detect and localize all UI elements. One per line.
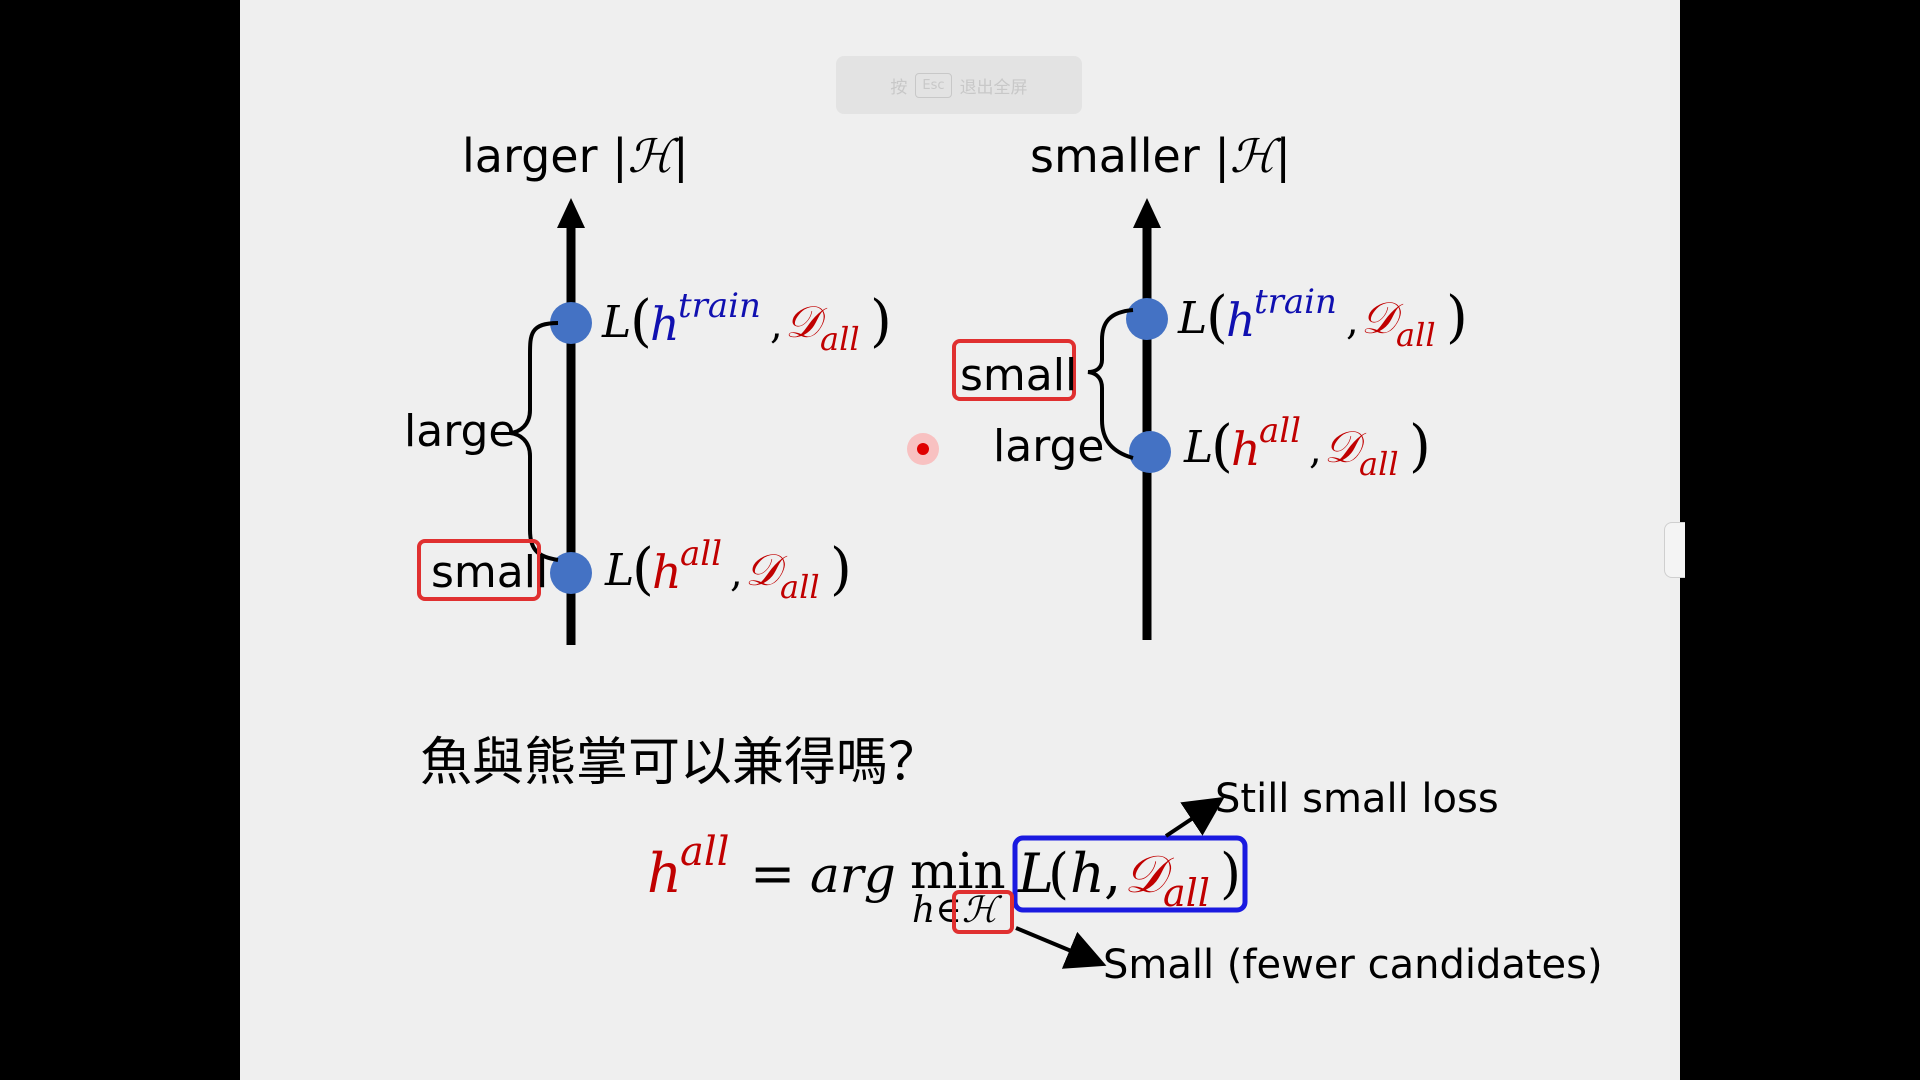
right-dot-all xyxy=(1129,431,1171,473)
equation: h all = arg min h∈ℋ L ( h , 𝒟 all ) xyxy=(647,829,1241,931)
svg-text:h: h xyxy=(650,297,680,351)
svg-text:,: , xyxy=(1346,298,1359,344)
svg-text:all: all xyxy=(1359,445,1399,483)
svg-text:h: h xyxy=(1226,293,1256,347)
question-text: 魚與熊掌可以兼得嗎？ xyxy=(420,733,940,793)
left-brace xyxy=(509,321,559,562)
exit-fullscreen-hint[interactable]: 按 Esc 退出全屏 xyxy=(836,56,1082,114)
svg-text:L: L xyxy=(604,545,634,596)
right-gap-label: large xyxy=(993,421,1105,472)
svg-text:h: h xyxy=(647,842,682,905)
svg-text:h: h xyxy=(1070,842,1105,905)
svg-text:L: L xyxy=(601,297,631,348)
screen: larger |ℋ| large small L ( h train , 𝒟 a… xyxy=(0,0,1920,1080)
svg-text:): ) xyxy=(870,289,892,354)
svg-text:L: L xyxy=(1183,422,1213,473)
right-axis-arrowhead xyxy=(1133,198,1161,228)
svg-text:,: , xyxy=(1309,427,1322,473)
svg-text:(: ( xyxy=(1211,414,1233,479)
svg-text:all: all xyxy=(680,829,729,875)
svg-text:train: train xyxy=(1254,282,1337,322)
left-formula-train: L ( h train , 𝒟 all ) xyxy=(601,286,892,358)
svg-text:all: all xyxy=(1396,316,1436,354)
svg-text:h: h xyxy=(652,545,682,599)
svg-text:): ) xyxy=(1446,285,1468,350)
svg-text:(: ( xyxy=(632,537,654,602)
svg-text:arg: arg xyxy=(810,846,896,904)
left-title: larger |ℋ| xyxy=(462,129,689,184)
loss-note-arrow xyxy=(1164,796,1225,838)
laser-pointer xyxy=(917,443,929,455)
right-dot-train xyxy=(1126,298,1168,340)
svg-text:all: all xyxy=(680,534,722,574)
cand-note: Small (fewer candidates) xyxy=(1103,942,1603,988)
svg-text:all: all xyxy=(820,320,860,358)
svg-text:h: h xyxy=(1231,422,1261,476)
diagram-canvas: larger |ℋ| large small L ( h train , 𝒟 a… xyxy=(404,129,1603,988)
hint-exit: 退出全屏 xyxy=(959,77,1028,98)
svg-text:,: , xyxy=(770,302,783,348)
left-axis-arrowhead xyxy=(557,198,585,228)
svg-text:): ) xyxy=(1409,414,1431,479)
slide: larger |ℋ| large small L ( h train , 𝒟 a… xyxy=(240,0,1680,1080)
svg-text:(: ( xyxy=(1048,842,1069,905)
svg-text:train: train xyxy=(678,286,761,326)
left-formula-all: L ( h all , 𝒟 all ) xyxy=(604,534,852,606)
right-small-label: small xyxy=(960,350,1077,401)
left-small-label: small xyxy=(431,547,548,598)
svg-text:(: ( xyxy=(1206,285,1228,350)
svg-text:all: all xyxy=(1259,411,1301,451)
svg-text:): ) xyxy=(1220,842,1241,905)
svg-text:h∈ℋ: h∈ℋ xyxy=(912,890,1003,931)
loss-note: Still small loss xyxy=(1215,776,1499,822)
side-panel-handle[interactable] xyxy=(1664,522,1685,578)
svg-text:(: ( xyxy=(630,289,652,354)
left-brace-label: large xyxy=(404,406,516,457)
svg-text:L: L xyxy=(1177,293,1207,344)
svg-text:,: , xyxy=(1104,842,1121,905)
svg-text:,: , xyxy=(730,550,743,596)
hint-press: 按 xyxy=(890,77,908,98)
right-formula-train: L ( h train , 𝒟 all ) xyxy=(1177,282,1468,354)
svg-text:all: all xyxy=(780,568,820,606)
right-title: smaller |ℋ| xyxy=(1030,129,1291,184)
svg-text:): ) xyxy=(830,537,852,602)
svg-text:=: = xyxy=(750,842,795,905)
right-formula-all: L ( h all , 𝒟 all ) xyxy=(1183,411,1431,483)
cand-note-arrow xyxy=(1015,926,1107,969)
esc-key: Esc xyxy=(915,72,952,98)
